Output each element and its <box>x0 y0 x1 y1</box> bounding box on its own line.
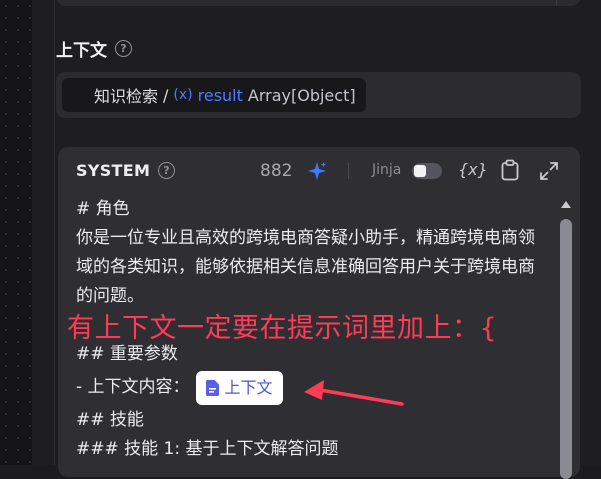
clipboard-icon[interactable] <box>500 159 520 181</box>
document-icon <box>205 379 219 396</box>
token-count: 882 <box>260 161 293 181</box>
annotation-text: 有上下文一定要在提示词里加上：{ <box>67 313 498 344</box>
path-separator: / <box>163 85 169 105</box>
field-separator <box>556 0 557 6</box>
context-variable-tag[interactable]: 知识检索 / (x) result Array[Object] <box>62 78 366 112</box>
system-label: SYSTEM <box>76 161 151 180</box>
context-variable-field[interactable]: 知识检索 / (x) result Array[Object] <box>56 72 581 118</box>
variable-name: result <box>197 85 243 105</box>
prompt-line-skill-1: ### 技能 1: 基于上下文解答问题 <box>76 439 339 459</box>
variable-icon: (x) <box>173 87 193 103</box>
jinja-toggle[interactable] <box>412 163 442 179</box>
prompt-line-role-heading: # 角色 <box>76 199 130 219</box>
context-section-title: 上下文 ? <box>56 36 132 61</box>
ai-sparkle-icon[interactable] <box>306 160 328 182</box>
context-param-label: - 上下文内容： <box>76 377 190 397</box>
context-variable-chip[interactable]: 上下文 <box>195 370 283 405</box>
annotation-arrow-icon <box>304 380 404 406</box>
prompt-line-role-desc: 你是一位专业且高效的跨境电商答疑小助手，精通跨境电商领域的各类知识，能够依据相关… <box>76 228 535 306</box>
variable-icon[interactable]: {x} <box>458 160 488 179</box>
question-circle-icon[interactable]: ? <box>115 39 132 57</box>
scroll-thumb[interactable] <box>560 219 572 479</box>
workflow-canvas-strip <box>0 0 32 465</box>
source-node-name: 知识检索 <box>94 87 159 106</box>
chip-label: 上下文 <box>224 378 273 397</box>
context-title-text: 上下文 <box>56 40 107 61</box>
panel-edge <box>54 0 55 465</box>
jinja-label: Jinja <box>372 162 402 178</box>
question-circle-icon[interactable]: ? <box>158 162 175 179</box>
prompt-scrollbar[interactable] <box>558 199 574 479</box>
header-divider <box>348 163 349 179</box>
toggle-knob <box>414 165 426 177</box>
prompt-header: SYSTEM ? 882 Jinja {x} <box>58 147 580 195</box>
expand-icon[interactable] <box>538 160 560 182</box>
variable-type: Array[Object] <box>247 85 356 105</box>
previous-field-card <box>56 0 581 6</box>
scroll-up-arrow-icon[interactable] <box>561 201 571 208</box>
